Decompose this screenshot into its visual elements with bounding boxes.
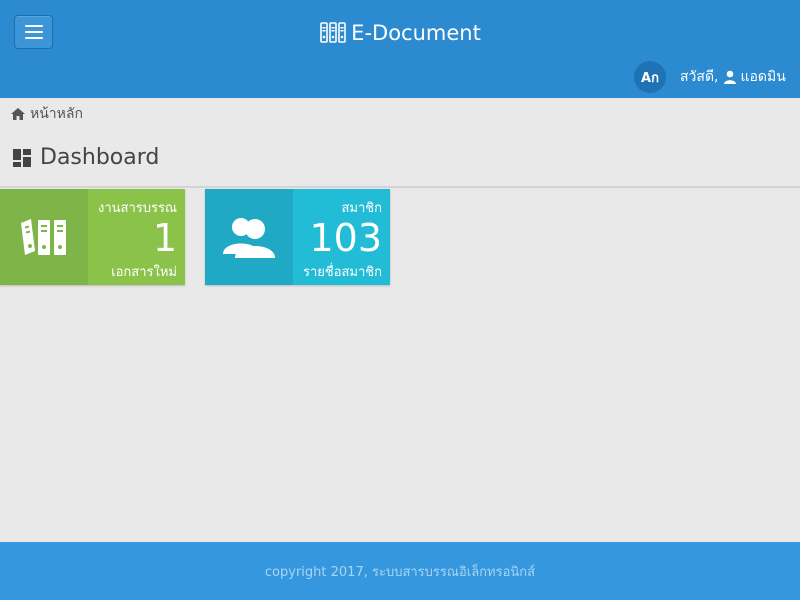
tile-count: 1 [152, 216, 177, 260]
binders-icon [21, 219, 66, 255]
top-navbar: E-Document Aก สวัสดี, แอดมิน [0, 0, 800, 98]
tile-count: 103 [309, 216, 382, 260]
users-icon [223, 218, 275, 258]
tile-text-area: สมาชิก 103 รายชื่อสมาชิก [293, 189, 390, 285]
home-icon [11, 108, 25, 120]
members-tile[interactable]: สมาชิก 103 รายชื่อสมาชิก [205, 189, 390, 285]
tile-icon-area [205, 189, 293, 285]
breadcrumb: หน้าหลัก [10, 104, 83, 124]
user-icon [723, 70, 736, 84]
page-title: Dashboard [40, 145, 160, 170]
page-header: Dashboard [0, 133, 800, 188]
footer: copyright 2017, ระบบสารบรรณอิเล็กทรอนิกส… [0, 542, 800, 600]
tile-icon-area [0, 189, 88, 285]
breadcrumb-home-link[interactable]: หน้าหลัก [30, 103, 83, 125]
translate-icon: Aก [641, 70, 659, 86]
username-text: แอดมิน [740, 69, 786, 85]
app-brand[interactable]: E-Document [0, 18, 800, 48]
user-menu[interactable]: สวัสดี, แอดมิน [680, 66, 786, 88]
binders-icon [320, 22, 346, 43]
footer-copyright: copyright 2017, ระบบสารบรรณอิเล็กทรอนิกส… [264, 564, 536, 580]
greeting-text: สวัสดี, [680, 69, 719, 85]
documents-tile[interactable]: งานสารบรรณ 1 เอกสารใหม่ [0, 189, 185, 285]
app-title: E-Document [351, 21, 481, 45]
dashboard-icon [13, 148, 31, 167]
tile-bottom-label: รายชื่อสมาชิก [302, 265, 382, 280]
tile-text-area: งานสารบรรณ 1 เอกสารใหม่ [88, 189, 185, 285]
language-switch-button[interactable]: Aก [634, 61, 666, 93]
tile-bottom-label: เอกสารใหม่ [111, 265, 177, 280]
